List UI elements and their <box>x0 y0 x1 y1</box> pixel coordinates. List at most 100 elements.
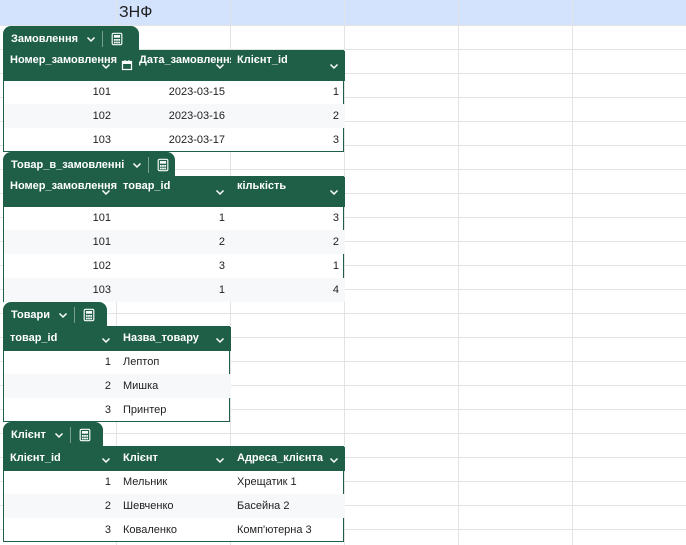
table-cell[interactable]: 1 <box>4 470 117 494</box>
table-cell[interactable]: 102 <box>4 104 117 128</box>
table-cell[interactable]: 3 <box>4 518 117 542</box>
table-cell[interactable]: 2 <box>231 104 345 128</box>
column-header[interactable]: Номер_замовлення <box>4 177 117 207</box>
chevron-down-icon[interactable] <box>52 429 66 441</box>
table-cell[interactable]: Комп'ютерна 3 <box>231 518 345 542</box>
chevron-down-icon[interactable] <box>214 454 226 466</box>
table-cell[interactable]: 101 <box>4 206 117 230</box>
table-cell[interactable]: 2 <box>4 494 117 518</box>
chevron-down-icon[interactable] <box>100 454 112 466</box>
table-row[interactable]: 103 1 4 <box>4 278 345 302</box>
column-header[interactable]: товар_id <box>117 177 231 207</box>
calendar-icon <box>121 59 133 71</box>
table-cell[interactable]: 4 <box>231 278 345 302</box>
table-cell[interactable]: 1 <box>4 350 117 374</box>
table-client: Клієнт_id Клієнт Адреса_клієнта 1 Мельник Хре… <box>3 446 345 542</box>
table-cell[interactable]: 2 <box>117 230 231 254</box>
table-cell[interactable]: Мельник <box>117 470 231 494</box>
chevron-down-icon[interactable] <box>328 60 340 72</box>
table-orders: Номер_замовлення Дата_замовлення Клієнт_id… <box>3 50 345 152</box>
table-row[interactable]: 2 Шевченко Басейна 2 <box>4 494 345 518</box>
chevron-down-icon[interactable] <box>214 334 226 346</box>
column-header[interactable]: Адреса_клієнта <box>231 447 345 471</box>
chevron-down-icon[interactable] <box>56 309 70 321</box>
table-cell[interactable]: 2023-03-17 <box>117 128 231 152</box>
table-cell[interactable]: 103 <box>4 128 117 152</box>
column-header-label: товар_id <box>10 332 58 344</box>
chevron-down-icon[interactable] <box>100 334 112 346</box>
column-header-label: Клієнт <box>123 452 158 464</box>
table-cell[interactable]: Хрещатик 1 <box>231 470 345 494</box>
table-cell[interactable]: Мишка <box>117 374 231 398</box>
column-header[interactable]: Клієнт <box>117 447 231 471</box>
column-header[interactable]: Назва_товару <box>117 327 231 351</box>
table-row[interactable]: 3 Коваленко Комп'ютерна 3 <box>4 518 345 542</box>
column-header-label: Назва_товару <box>123 332 199 344</box>
table-cell[interactable]: Шевченко <box>117 494 231 518</box>
calculator-icon[interactable] <box>155 157 171 173</box>
table-cell[interactable]: 1 <box>231 254 345 278</box>
chevron-down-icon[interactable] <box>214 186 226 198</box>
column-header-label: Адреса_клієнта <box>237 452 324 464</box>
column-header[interactable]: Дата_замовлення <box>117 51 231 81</box>
table-row[interactable]: 2 Мишка <box>4 374 231 398</box>
table-cell[interactable]: 101 <box>4 80 117 104</box>
table-header: Номер_замовлення товар_id кількість <box>4 177 345 207</box>
column-header[interactable]: Клієнт_id <box>4 447 117 471</box>
table-row[interactable]: 103 2023-03-17 3 <box>4 128 345 152</box>
column-header-label: товар_id <box>123 180 171 192</box>
calculator-icon[interactable] <box>81 307 97 323</box>
table-cell[interactable]: 102 <box>4 254 117 278</box>
column-header[interactable]: Клієнт_id <box>231 51 345 81</box>
table-chip-orders[interactable]: Замовлення <box>3 26 139 52</box>
table-row[interactable]: 101 1 3 <box>4 206 345 230</box>
table-cell[interactable]: 2 <box>231 230 345 254</box>
table-header: Номер_замовлення Дата_замовлення Клієнт_id <box>4 51 345 81</box>
table-cell[interactable]: Басейна 2 <box>231 494 345 518</box>
calculator-icon[interactable] <box>77 427 93 443</box>
table-products: товар_id Назва_товару 1 Лептоп 2 Мишка 3 Принте… <box>3 326 231 422</box>
table-cell[interactable]: 3 <box>231 128 345 152</box>
table-cell[interactable]: 1 <box>231 80 345 104</box>
table-row[interactable]: 102 3 1 <box>4 254 345 278</box>
table-cell[interactable]: 2 <box>4 374 117 398</box>
table-row[interactable]: 102 2023-03-16 2 <box>4 104 345 128</box>
chevron-down-icon[interactable] <box>214 60 226 72</box>
table-header: Клієнт_id Клієнт Адреса_клієнта <box>4 447 345 471</box>
table-cell[interactable]: 3 <box>4 398 117 422</box>
sheet-title: ЗНФ <box>119 4 153 21</box>
table-cell[interactable]: Лептоп <box>117 350 231 374</box>
column-header[interactable]: Номер_замовлення <box>4 51 117 81</box>
table-row[interactable]: 101 2 2 <box>4 230 345 254</box>
table-row[interactable]: 101 2023-03-15 1 <box>4 80 345 104</box>
table-cell[interactable]: 103 <box>4 278 117 302</box>
table-cell[interactable]: 1 <box>117 206 231 230</box>
table-chip-client[interactable]: Клієнт <box>3 422 103 448</box>
chevron-down-icon[interactable] <box>84 33 98 45</box>
column-header[interactable]: кількість <box>231 177 345 207</box>
table-cell[interactable]: 101 <box>4 230 117 254</box>
table-name: Замовлення <box>11 33 79 45</box>
table-row[interactable]: 3 Принтер <box>4 398 231 422</box>
table-cell[interactable]: 3 <box>231 206 345 230</box>
chevron-down-icon[interactable] <box>100 186 112 198</box>
table-cell[interactable]: Коваленко <box>117 518 231 542</box>
table-row[interactable]: 1 Лептоп <box>4 350 231 374</box>
chevron-down-icon[interactable] <box>328 454 340 466</box>
table-chip-order-items[interactable]: Товар_в_замовленні <box>3 152 175 178</box>
cell-title[interactable]: ЗНФ <box>116 0 230 25</box>
chip-divider <box>148 157 150 173</box>
table-cell[interactable]: 3 <box>117 254 231 278</box>
table-cell[interactable]: 2023-03-15 <box>117 80 231 104</box>
spreadsheet-grid[interactable]: ЗНФ Замовлення Номер_замовлення Дата_замов… <box>0 0 686 545</box>
calculator-icon[interactable] <box>109 31 125 47</box>
chevron-down-icon[interactable] <box>130 159 144 171</box>
table-row[interactable]: 1 Мельник Хрещатик 1 <box>4 470 345 494</box>
table-cell[interactable]: 1 <box>117 278 231 302</box>
table-cell[interactable]: Принтер <box>117 398 231 422</box>
table-chip-products[interactable]: Товари <box>3 302 107 328</box>
chevron-down-icon[interactable] <box>100 60 112 72</box>
column-header[interactable]: товар_id <box>4 327 117 351</box>
chevron-down-icon[interactable] <box>328 186 340 198</box>
table-cell[interactable]: 2023-03-16 <box>117 104 231 128</box>
